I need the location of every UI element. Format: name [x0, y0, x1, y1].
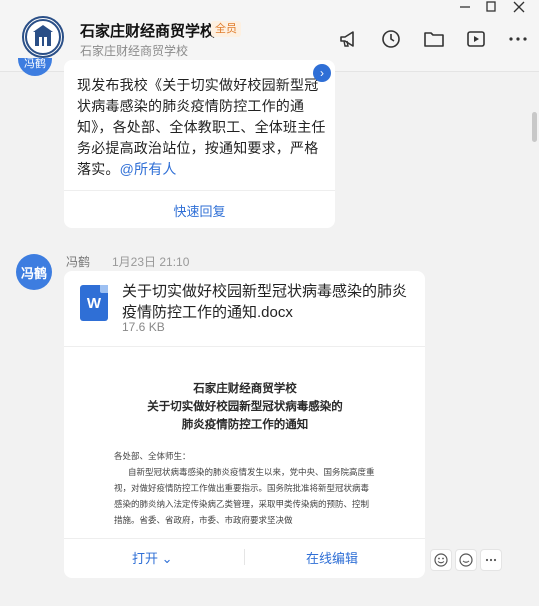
member-badge: 全员 [211, 21, 241, 37]
mention-all[interactable]: @所有人 [120, 161, 177, 177]
group-subtitle: 石家庄财经商贸学校 [80, 44, 189, 58]
group-name[interactable]: 石家庄财经商贸学校 [80, 20, 215, 41]
word-document-icon: W [80, 285, 108, 321]
history-icon[interactable] [380, 28, 402, 50]
sticker-icon[interactable] [455, 549, 477, 571]
emoji-icon[interactable] [430, 549, 452, 571]
chevron-icon[interactable]: › [313, 64, 331, 82]
close-button[interactable] [506, 0, 532, 14]
quick-reply-button[interactable]: 快速回复 [64, 201, 335, 220]
sender-avatar[interactable]: 冯鹤 [16, 254, 52, 290]
more-icon[interactable] [507, 28, 529, 50]
minimize-icon [460, 6, 470, 8]
preview-body: 各处部、全体师生： 自新型冠状病毒感染的肺炎疫情发生以来，党中央、国务院高度重视… [114, 452, 375, 526]
announcement-message[interactable]: 现发布我校《关于切实做好校园新型冠状病毒感染的肺炎疫情防控工作的通知》，各处部、… [64, 60, 335, 228]
open-file-button[interactable]: 打开 ⌄ [132, 548, 173, 567]
video-icon[interactable] [465, 28, 487, 50]
maximize-button[interactable] [478, 0, 504, 14]
chat-scrollbar[interactable] [532, 112, 537, 142]
divider [244, 549, 245, 565]
message-text: 现发布我校《关于切实做好校园新型冠状病毒感染的肺炎疫情防控工作的通知》，各处部、… [77, 77, 326, 177]
sender-name: 冯鹤 [66, 255, 91, 269]
divider [64, 190, 335, 191]
maximize-icon [486, 1, 496, 12]
online-edit-button[interactable]: 在线编辑 [306, 548, 358, 567]
divider [64, 538, 425, 539]
sender-avatar[interactable]: 冯鹤 [18, 58, 52, 76]
school-logo-icon [25, 19, 61, 55]
file-name[interactable]: 关于切实做好校园新型冠状病毒感染的肺炎疫情防控工作的通知.docx [122, 281, 414, 323]
message-actions [430, 549, 502, 571]
file-size: 17.6 KB [122, 320, 165, 334]
megaphone-icon[interactable] [338, 28, 360, 50]
preview-title: 石家庄财经商贸学校 关于切实做好校园新型冠状病毒感染的 肺炎疫情防控工作的通知 [147, 381, 343, 431]
more-icon[interactable] [480, 549, 502, 571]
minimize-button[interactable] [452, 0, 478, 14]
document-preview[interactable]: 石家庄财经商贸学校 关于切实做好校园新型冠状病毒感染的 肺炎疫情防控工作的通知 … [114, 379, 376, 539]
message-time: 1月23日 21:10 [112, 255, 190, 269]
folder-icon[interactable] [423, 28, 445, 50]
group-avatar[interactable] [22, 16, 64, 58]
file-message[interactable]: W 关于切实做好校园新型冠状病毒感染的肺炎疫情防控工作的通知.docx 17.6… [64, 271, 425, 578]
divider [64, 346, 425, 347]
close-icon [513, 1, 525, 13]
